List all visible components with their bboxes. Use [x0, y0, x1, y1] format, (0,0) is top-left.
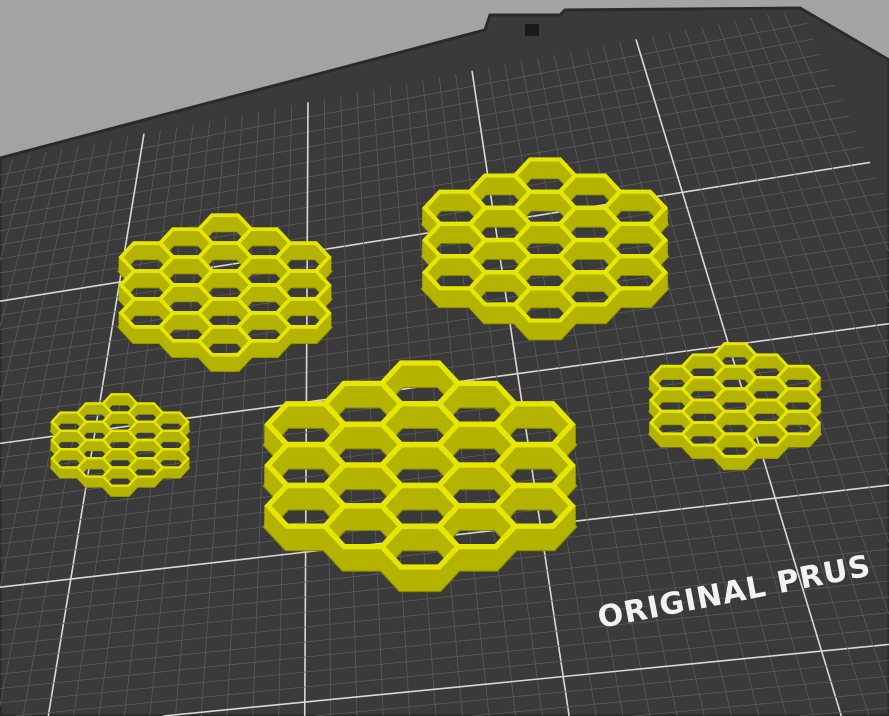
- 3d-viewport[interactable]: ORIGINAL PRUS: [0, 0, 889, 716]
- print-bed-scene[interactable]: ORIGINAL PRUS: [0, 0, 889, 716]
- bed-notch-pin: [525, 24, 539, 36]
